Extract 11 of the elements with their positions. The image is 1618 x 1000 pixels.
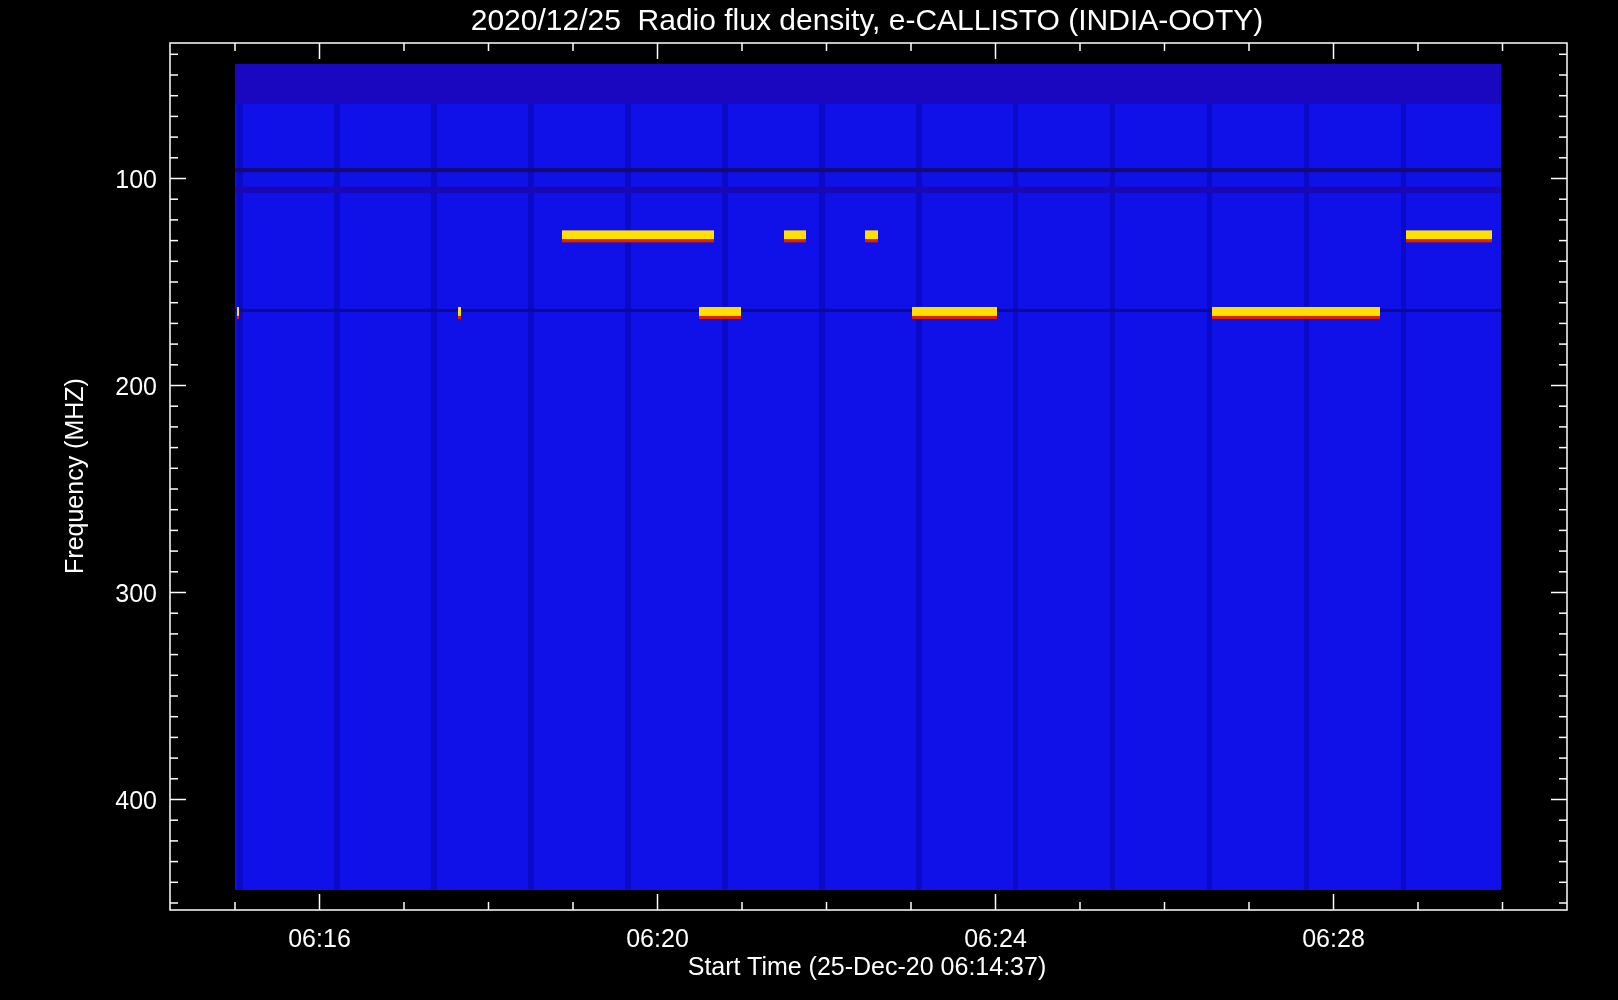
y-tick-label: 200 xyxy=(115,371,157,400)
y-tick-label: 300 xyxy=(115,578,157,607)
y-tick-label: 100 xyxy=(115,164,157,193)
x-tick-label: 06:16 xyxy=(288,924,351,952)
chart-title: 2020/12/25 Radio flux density, e-CALLISTO (INDIA-OOTY) xyxy=(470,3,1264,36)
y-axis-label: Frequency (MHZ) xyxy=(60,378,88,574)
x-tick-label: 06:20 xyxy=(626,924,689,952)
y-tick-label: 400 xyxy=(115,785,157,814)
x-tick-label: 06:28 xyxy=(1302,924,1365,952)
x-axis-label: Start Time (25-Dec-20 06:14:37) xyxy=(687,952,1047,980)
x-tick-label: 06:24 xyxy=(964,924,1027,952)
